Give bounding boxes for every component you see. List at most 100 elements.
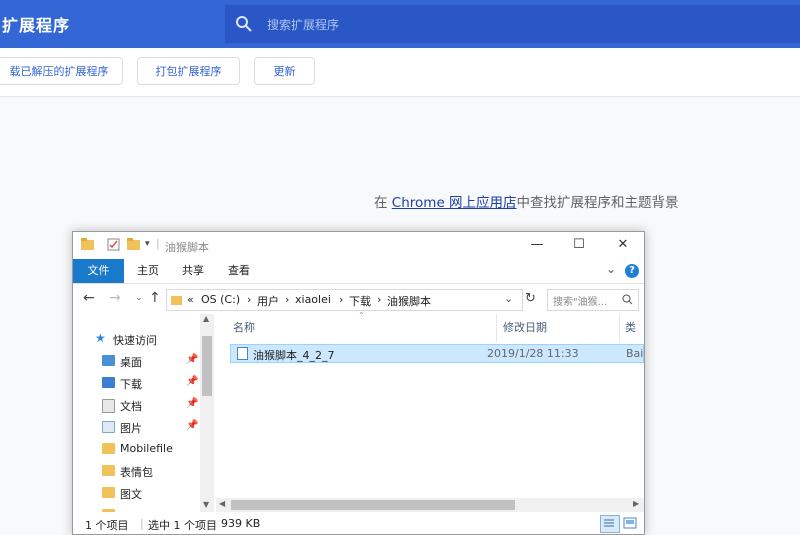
- column-type[interactable]: 类型: [625, 314, 644, 362]
- minimize-icon[interactable]: —: [523, 234, 551, 256]
- nav-item-label: 文档: [120, 400, 142, 413]
- close-icon[interactable]: ✕: [609, 234, 637, 256]
- web-store-hint: 在 Chrome 网上应用店中查找扩展程序和主题背景: [374, 191, 679, 211]
- address-separator: ›: [247, 293, 252, 306]
- tab-file[interactable]: 文件: [73, 259, 124, 283]
- scrollbar-thumb[interactable]: [202, 336, 212, 396]
- recent-locations-icon[interactable]: ⌄: [135, 293, 143, 303]
- developer-toolbar: 载已解压的扩展程序 打包扩展程序 更新: [0, 48, 800, 97]
- tab-view[interactable]: 查看: [219, 259, 259, 283]
- nav-item-label: 表情包: [120, 466, 153, 479]
- window-titlebar[interactable]: ▾ | 油猴脚本 — ☐ ✕: [73, 232, 644, 259]
- scroll-down-icon[interactable]: ▼: [203, 500, 209, 509]
- forward-icon[interactable]: →: [109, 290, 121, 306]
- refresh-icon[interactable]: ↻: [525, 291, 536, 306]
- star-icon: ★: [95, 331, 106, 345]
- downloads-icon: [102, 377, 115, 388]
- address-row: ← → ⌄ ↑ « OS (C:) › 用户 › xiaolei › 下载 › …: [73, 284, 644, 314]
- file-list-hscrollbar[interactable]: ◀ ▶: [216, 498, 644, 512]
- folder-search-input[interactable]: 搜索"油猴...: [547, 289, 639, 311]
- file-list: 名称 修改日期 类型 ⌃ 油猴脚本_4_2_7 2019/1/28 11:33 …: [215, 311, 644, 510]
- quick-access-dropdown-icon[interactable]: ▾: [145, 239, 150, 249]
- item-count: 1 个项目: [85, 519, 129, 532]
- nav-item-label: 图文: [120, 488, 142, 501]
- folder-icon: [171, 296, 182, 305]
- help-icon[interactable]: ?: [625, 264, 639, 278]
- load-unpacked-button[interactable]: 载已解压的扩展程序: [0, 57, 123, 85]
- search-icon: [622, 294, 633, 305]
- back-icon[interactable]: ←: [83, 290, 95, 306]
- address-segment-drive[interactable]: OS (C:): [201, 293, 240, 306]
- nav-item-label: 桌面: [120, 356, 142, 369]
- address-segment-downloads[interactable]: 下载: [349, 293, 371, 309]
- address-bar[interactable]: « OS (C:) › 用户 › xiaolei › 下载 › 油猴脚本 ⌄: [166, 289, 523, 311]
- scroll-left-icon[interactable]: ◀: [219, 499, 225, 508]
- folder-icon: [81, 238, 94, 253]
- file-name: 油猴脚本_4_2_7: [253, 349, 335, 362]
- column-divider[interactable]: [619, 314, 620, 342]
- address-segment-users[interactable]: 用户: [257, 293, 279, 309]
- address-segment-user[interactable]: xiaolei: [295, 293, 331, 306]
- file-explorer-window: ▾ | 油猴脚本 — ☐ ✕ 文件 主页 共享 查看 ⌄ ? ← → ⌄ ↑ «…: [72, 231, 645, 535]
- documents-icon: [102, 399, 115, 413]
- maximize-icon[interactable]: ☐: [565, 234, 593, 256]
- large-icons-view-icon[interactable]: [621, 515, 639, 531]
- address-separator: ›: [285, 293, 290, 306]
- search-extensions-input[interactable]: 搜索扩展程序: [225, 5, 800, 43]
- column-divider[interactable]: [496, 314, 497, 342]
- window-title: 油猴脚本: [165, 241, 209, 254]
- nav-item-label: 下载: [120, 378, 142, 391]
- tab-home[interactable]: 主页: [128, 259, 168, 283]
- column-name[interactable]: 名称: [233, 314, 255, 342]
- status-bar: 1 个项目 | 选中 1 个项目 939 KB: [73, 512, 644, 534]
- expand-ribbon-icon[interactable]: ⌄: [606, 262, 616, 276]
- store-hint-prefix: 在: [374, 195, 392, 211]
- nav-item-label: Mobilefile: [120, 442, 173, 455]
- column-modified[interactable]: 修改日期: [503, 314, 547, 342]
- address-separator: ›: [339, 293, 344, 306]
- address-segment-current[interactable]: 油猴脚本: [387, 293, 431, 309]
- tab-share[interactable]: 共享: [173, 259, 213, 283]
- chrome-web-store-link[interactable]: Chrome 网上应用店: [392, 195, 517, 211]
- search-placeholder: 搜索扩展程序: [267, 18, 340, 32]
- pin-icon: 📌: [186, 420, 199, 431]
- selected-count: 选中 1 个项目: [148, 519, 217, 532]
- store-hint-suffix: 中查找扩展程序和主题背景: [516, 195, 679, 211]
- folder-icon: [102, 487, 115, 498]
- scroll-right-icon[interactable]: ▶: [633, 499, 639, 508]
- details-view-icon[interactable]: [600, 515, 620, 533]
- file-type: Bai: [626, 347, 644, 360]
- properties-icon[interactable]: [107, 238, 120, 254]
- folder-icon: [102, 443, 115, 454]
- navigation-pane: ★ 快速访问 桌面 📌 下载 📌 文档 📌 图片 📌 Mobilefile 表情…: [73, 314, 215, 534]
- scrollbar-thumb[interactable]: [231, 500, 515, 510]
- address-dropdown-icon[interactable]: ⌄: [504, 292, 513, 305]
- extensions-header: 扩展程序 搜索扩展程序: [0, 0, 800, 48]
- desktop-icon: [102, 355, 115, 366]
- title-divider: |: [156, 237, 160, 250]
- address-overflow[interactable]: «: [187, 293, 194, 306]
- file-modified: 2019/1/28 11:33: [487, 347, 579, 360]
- up-icon[interactable]: ↑: [149, 290, 161, 306]
- folder-search-placeholder: 搜索"油猴...: [553, 297, 608, 308]
- scroll-up-icon[interactable]: ▲: [203, 314, 209, 323]
- update-button[interactable]: 更新: [254, 57, 315, 85]
- pictures-icon: [102, 421, 115, 433]
- status-divider: |: [140, 517, 144, 530]
- address-separator: ›: [377, 293, 382, 306]
- script-file-icon: [237, 347, 248, 360]
- ribbon-tabs: 文件 主页 共享 查看 ⌄ ?: [73, 259, 644, 284]
- pin-icon: 📌: [186, 354, 199, 365]
- nav-item-label: 快速访问: [113, 334, 157, 347]
- pin-icon: 📌: [186, 398, 199, 409]
- folder-icon: [102, 465, 115, 476]
- search-icon: [236, 16, 252, 32]
- file-row[interactable]: 油猴脚本_4_2_7 2019/1/28 11:33 Bai: [230, 344, 644, 363]
- pin-icon: 📌: [186, 376, 199, 387]
- nav-item-label: 图片: [120, 422, 142, 435]
- selected-size: 939 KB: [221, 517, 261, 530]
- new-folder-icon[interactable]: [127, 238, 140, 253]
- nav-pane-scrollbar[interactable]: ▲ ▼: [200, 314, 214, 512]
- page-title: 扩展程序: [2, 16, 71, 35]
- pack-extension-button[interactable]: 打包扩展程序: [137, 57, 240, 85]
